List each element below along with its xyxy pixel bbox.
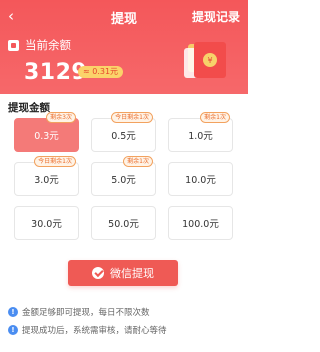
- amount-option-label: 50.0元: [108, 219, 139, 230]
- amount-option-label: 0.3元: [34, 131, 59, 142]
- remaining-count-tag: 今日剩余1次: [34, 156, 76, 167]
- wallet-icon: [8, 39, 19, 51]
- info-icon: !: [8, 307, 18, 317]
- amount-option-label: 100.0元: [182, 219, 219, 230]
- amount-option-label: 10.0元: [185, 175, 216, 186]
- amount-option[interactable]: 0.5元 今日剩余1次: [91, 112, 156, 152]
- amount-option[interactable]: 1.0元 剩余1次: [168, 112, 233, 152]
- remaining-count-tag: 剩余3次: [46, 112, 76, 123]
- amount-option-label: 5.0元: [111, 175, 136, 186]
- wechat-withdraw-button[interactable]: 微信提现: [68, 260, 178, 286]
- svg-text:¥: ¥: [207, 56, 212, 65]
- amount-option[interactable]: 10.0元: [168, 162, 233, 196]
- info-icon: !: [8, 325, 18, 335]
- wechat-icon: [92, 267, 104, 279]
- remaining-count-tag: 剩余1次: [200, 112, 230, 123]
- amount-option[interactable]: 3.0元 今日剩余1次: [14, 156, 79, 196]
- balance-label-row: 当前余额: [8, 37, 71, 53]
- amount-section-title: 提现金额: [8, 102, 50, 114]
- note-row: ! 金额足够即可提现，每日不限次数: [8, 306, 150, 318]
- amount-option-label: 3.0元: [34, 175, 59, 186]
- amount-option[interactable]: 0.3元 剩余3次: [14, 112, 79, 152]
- withdraw-record-link[interactable]: 提现记录: [192, 8, 240, 25]
- amount-option-label: 1.0元: [188, 131, 213, 142]
- amount-option[interactable]: 30.0元: [14, 206, 79, 240]
- balance-conversion-badge: ≈ 0.31元: [78, 66, 124, 78]
- note-text: 提现成功后，系统需审核，请耐心等待: [22, 326, 167, 336]
- remaining-count-tag: 剩余1次: [123, 156, 153, 167]
- amount-option[interactable]: 50.0元: [91, 206, 156, 240]
- amount-option[interactable]: 100.0元: [168, 206, 233, 240]
- amount-option-label: 0.5元: [111, 131, 136, 142]
- amount-option[interactable]: 5.0元 剩余1次: [91, 156, 156, 196]
- amount-option-label: 30.0元: [31, 219, 62, 230]
- balance-label: 当前余额: [25, 38, 71, 52]
- note-row: ! 提现成功后，系统需审核，请耐心等待: [8, 324, 167, 336]
- red-envelope-icon: ¥: [184, 42, 226, 78]
- wechat-withdraw-label: 微信提现: [110, 267, 154, 280]
- note-text: 金额足够即可提现，每日不限次数: [22, 308, 150, 318]
- balance-header: ‹ 提现 提现记录 当前余额 3129 ≈ 0.31元 ¥: [0, 0, 248, 94]
- remaining-count-tag: 今日剩余1次: [111, 112, 153, 123]
